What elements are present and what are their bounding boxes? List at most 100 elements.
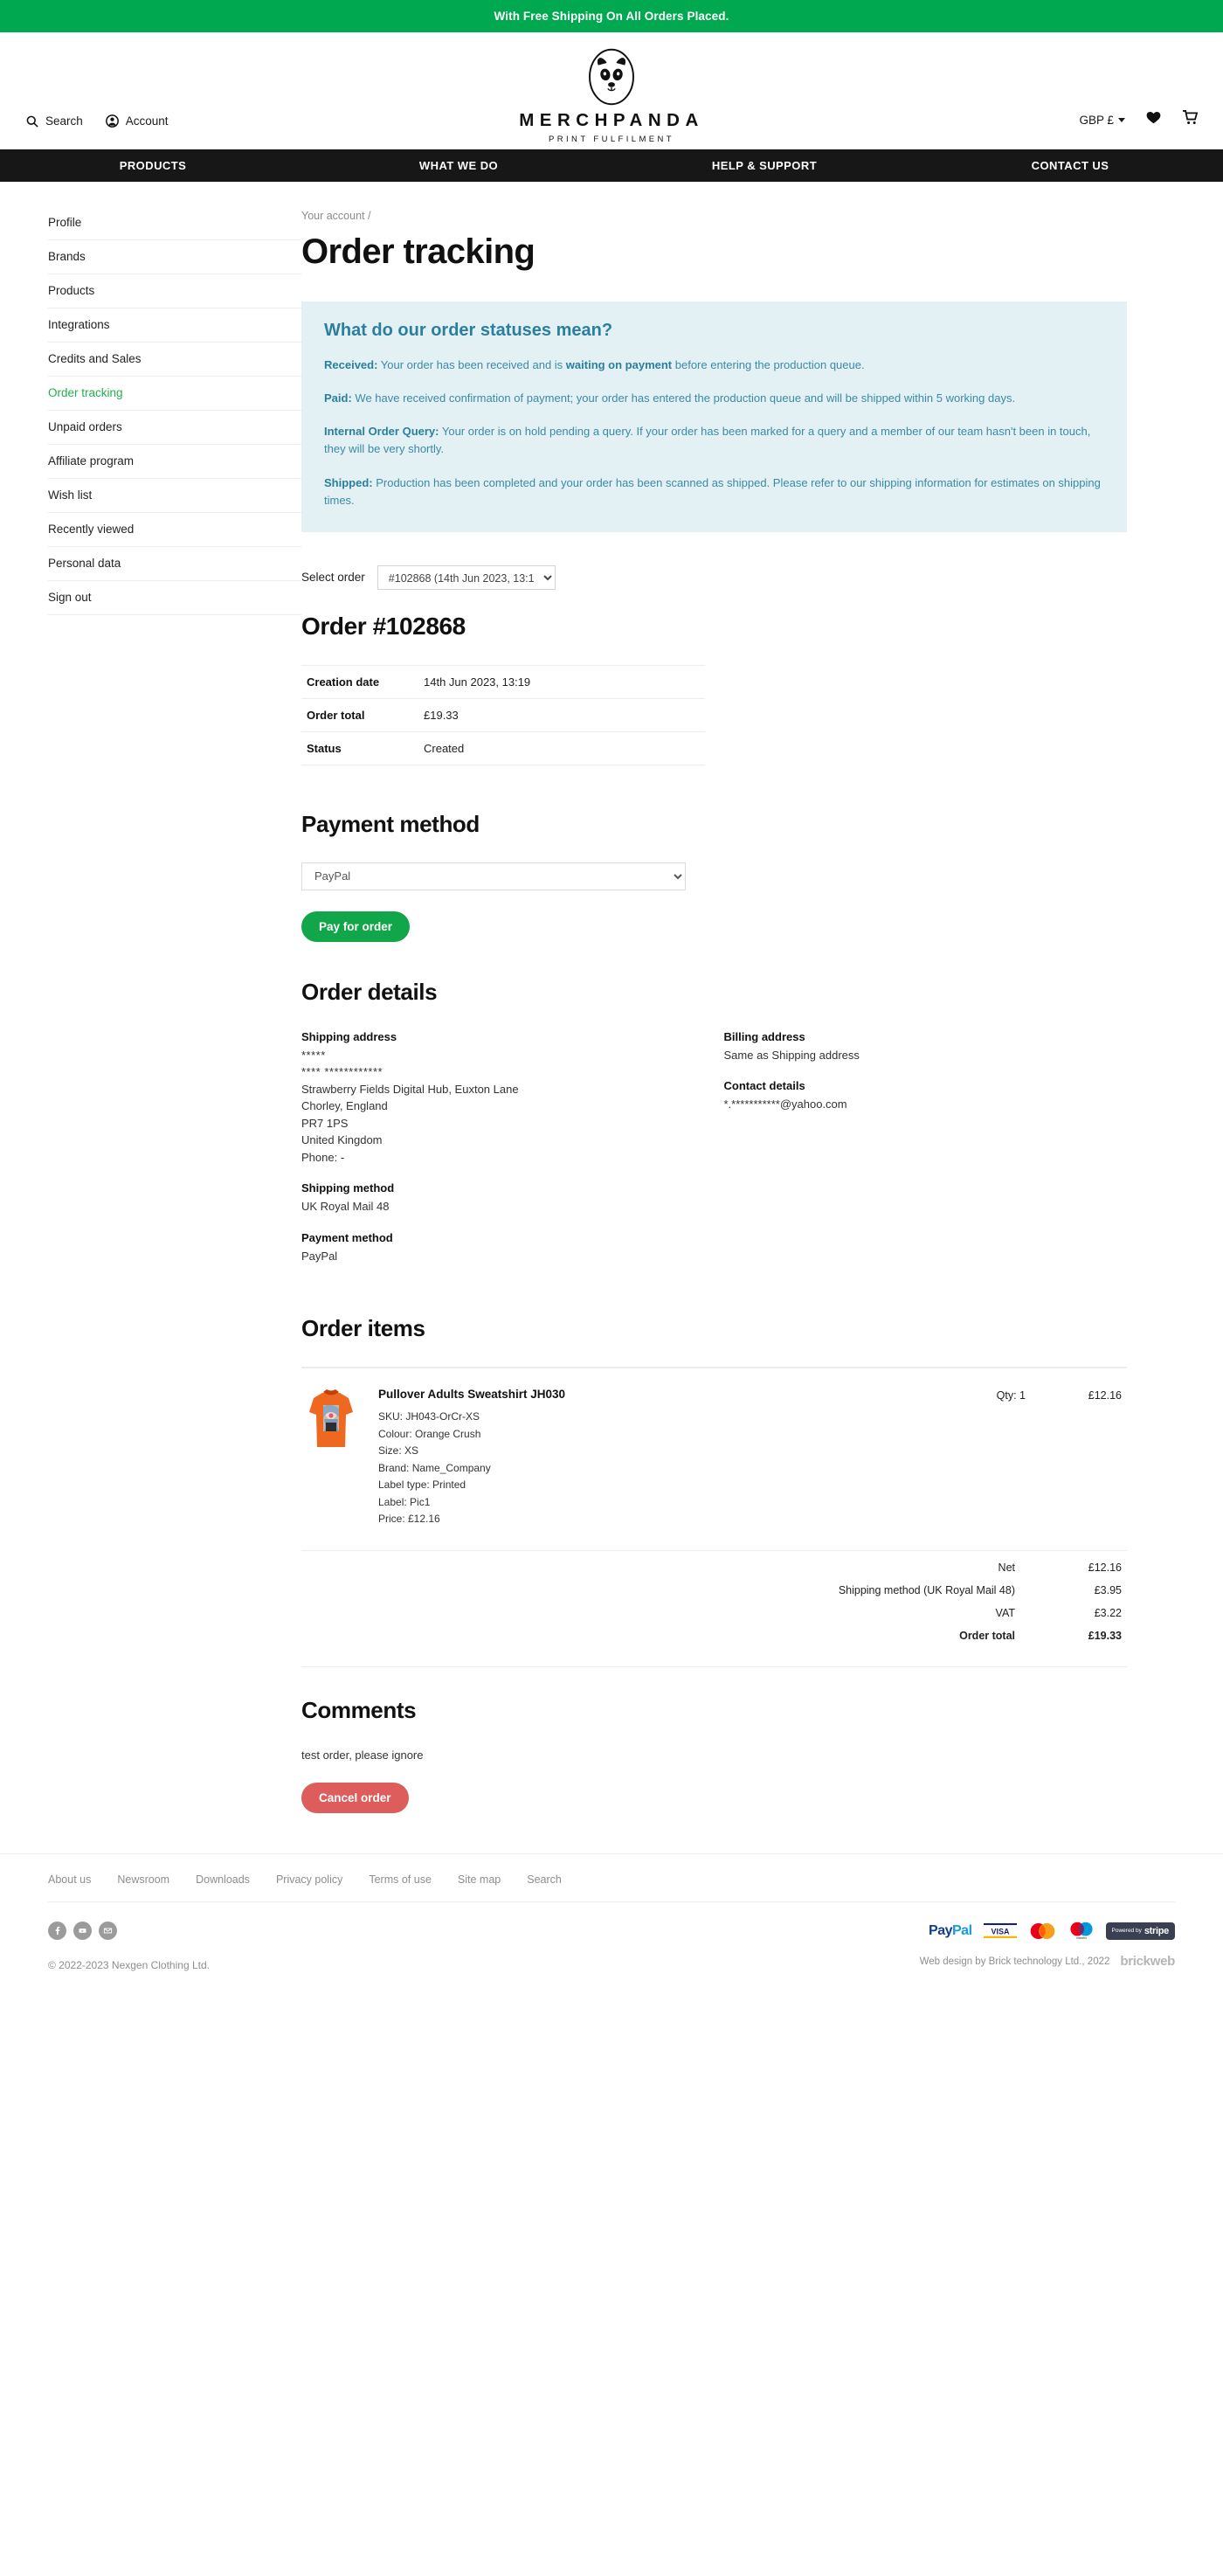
product-price-line: Price: £12.16 (378, 1512, 440, 1525)
promo-banner: With Free Shipping On All Orders Placed. (0, 0, 1223, 32)
sidebar-item-personal-data[interactable]: Personal data (48, 547, 301, 581)
stripe-logo-icon: Powered by stripe (1105, 1922, 1175, 1940)
sidebar-item-profile[interactable]: Profile (48, 206, 301, 240)
sidebar-item-unpaid-orders[interactable]: Unpaid orders (48, 411, 301, 445)
visa-logo-icon: VISA (983, 1923, 1017, 1939)
shipping-method-heading: Shipping method (301, 1181, 395, 1195)
footer-link-newsroom[interactable]: Newsroom (117, 1873, 169, 1886)
order-summary-value: Created (418, 731, 705, 765)
footer-link-search[interactable]: Search (527, 1873, 562, 1886)
payment-logos: PayPal VISA maestro Powered by stripe (920, 1922, 1175, 1940)
footer-link-downloads[interactable]: Downloads (196, 1873, 250, 1886)
sidebar-item-credits-and-sales[interactable]: Credits and Sales (48, 343, 301, 377)
callout-term: Received: (324, 358, 378, 371)
nav-item-products[interactable]: PRODUCTS (0, 149, 306, 182)
order-heading: Order #102868 (301, 612, 466, 640)
account-icon (105, 114, 119, 128)
callout-term: Shipped: (324, 475, 373, 489)
order-total-row: Order total £19.33 (301, 1624, 1127, 1647)
callout-item: Paid: We have received confirmation of p… (324, 391, 1016, 405)
order-summary-row: Creation date 14th Jun 2023, 13:19 (301, 664, 705, 699)
pay-for-order-button[interactable]: Pay for order (301, 911, 411, 942)
product-name[interactable]: Pullover Adults Sweatshirt JH030 (378, 1388, 938, 1401)
footer-bottom: © 2022-2023 Nexgen Clothing Ltd. PayPal … (48, 1901, 1175, 1996)
billing-details-column: Billing address Same as Shipping address… (705, 1030, 1128, 1265)
order-total-value: £3.22 (1094, 1607, 1122, 1620)
footer-link-site-map[interactable]: Site map (458, 1873, 501, 1886)
stripe-wordmark: stripe (1144, 1925, 1169, 1936)
footer-link-about-us[interactable]: About us (48, 1873, 91, 1886)
select-order-label: Select order (301, 571, 365, 585)
contact-details-heading: Contact details (723, 1079, 805, 1093)
comments-section: Comments test order, please ignore Cance… (301, 1666, 1127, 1814)
heart-icon[interactable] (1146, 111, 1161, 128)
footer-bottom-right: PayPal VISA maestro Powered by stripe We… (920, 1922, 1175, 1969)
sidebar-item-affiliate-program[interactable]: Affiliate program (48, 445, 301, 479)
footer-link-privacy-policy[interactable]: Privacy policy (276, 1873, 342, 1886)
callout-term: Paid: (324, 391, 352, 405)
panda-logo-icon (589, 48, 634, 106)
sidebar-item-order-tracking[interactable]: Order tracking (48, 377, 301, 411)
brickweb-logo[interactable]: brickweb (1120, 1954, 1175, 1969)
email-icon[interactable] (99, 1922, 117, 1941)
nav-item-help-support[interactable]: HELP & SUPPORT (612, 149, 917, 182)
sidebar-item-integrations[interactable]: Integrations (48, 308, 301, 343)
footer-links: About us Newsroom Downloads Privacy policy T… (48, 1873, 1175, 1901)
product-colour: Colour: Orange Crush (378, 1427, 481, 1440)
sidebar-item-brands[interactable]: Brands (48, 240, 301, 274)
product-label: Label: Pic1 (378, 1495, 431, 1508)
order-totals: Net £12.16 Shipping method (UK Royal Mail … (301, 1550, 1127, 1647)
site-footer: About us Newsroom Downloads Privacy policy T… (0, 1853, 1223, 1996)
cart-icon[interactable] (1182, 110, 1199, 129)
nav-item-contact-us[interactable]: CONTACT US (917, 149, 1223, 182)
svg-text:VISA: VISA (991, 1928, 1010, 1936)
order-details-title: Order details (301, 978, 438, 1005)
sidebar-item-products[interactable]: Products (48, 274, 301, 308)
order-details-grid: Shipping address ***** **** ************ S… (301, 1030, 1127, 1265)
web-design-credit: Web design by Brick technology Ltd., 202… (919, 1956, 1110, 1967)
page-body: Profile Brands Products Integrations Credits… (0, 182, 1223, 1814)
facebook-icon[interactable] (48, 1922, 66, 1941)
order-summary-value: £19.33 (418, 697, 705, 732)
cancel-order-button[interactable]: Cancel order (301, 1783, 409, 1814)
order-total-label: VAT (995, 1607, 1015, 1620)
sidebar-item-sign-out[interactable]: Sign out (48, 581, 301, 615)
nav-item-what-we-do[interactable]: WHAT WE DO (306, 149, 612, 182)
order-items-title: Order items (301, 1315, 425, 1342)
shipping-address-line: Chorley, England (301, 1099, 388, 1113)
callout-item: Received: Your order has been received a… (324, 358, 865, 371)
order-total-value: £3.95 (1094, 1584, 1122, 1597)
search-icon (26, 115, 38, 128)
sidebar-item-recently-viewed[interactable]: Recently viewed (48, 513, 301, 547)
shipping-address-line: United Kingdom (301, 1133, 383, 1147)
account-link[interactable]: Account (105, 114, 169, 128)
order-item-row: Pullover Adults Sweatshirt JH030 SKU: JH0… (301, 1368, 1127, 1550)
order-total-label: Net (998, 1562, 1015, 1575)
product-thumbnail[interactable] (307, 1388, 356, 1455)
order-summary-row: Order total £19.33 (301, 697, 705, 732)
search-link[interactable]: Search (26, 114, 83, 128)
page-title: Order tracking (301, 232, 535, 271)
billing-address-heading: Billing address (723, 1029, 805, 1043)
sidebar-item-wish-list[interactable]: Wish list (48, 479, 301, 513)
site-logo[interactable]: MERCHPANDA PRINT FULFILMENT (498, 48, 725, 144)
breadcrumb[interactable]: Your account / (301, 210, 1127, 222)
chevron-down-icon (1118, 117, 1125, 122)
youtube-icon[interactable] (73, 1922, 92, 1941)
shipping-address-line: Strawberry Fields Digital Hub, Euxton La… (301, 1082, 519, 1096)
site-header: Search Account MERCHPANDA PRINT FULFILME… (0, 32, 1223, 149)
currency-selector[interactable]: GBP £ (1079, 114, 1125, 127)
main-navigation: PRODUCTS WHAT WE DO HELP & SUPPORT CONTACT … (0, 149, 1223, 182)
comment-text: test order, please ignore (301, 1748, 424, 1762)
search-link-label: Search (45, 114, 83, 128)
billing-address-value: Same as Shipping address (723, 1048, 860, 1062)
select-order-dropdown[interactable]: #102868 (14th Jun 2023, 13:19) - created (377, 564, 556, 590)
order-summary-table: Creation date 14th Jun 2023, 13:19 Order t… (301, 664, 705, 765)
footer-credits: Web design by Brick technology Ltd., 202… (919, 1954, 1176, 1969)
order-summary-label: Status (301, 731, 418, 765)
footer-link-terms-of-use[interactable]: Terms of use (369, 1873, 432, 1886)
order-total-value: £12.16 (1088, 1562, 1122, 1575)
select-order-row: Select order #102868 (14th Jun 2023, 13:… (301, 564, 1127, 590)
order-total-row: Net £12.16 (301, 1556, 1127, 1579)
payment-method-dropdown[interactable]: PayPal (301, 862, 686, 890)
